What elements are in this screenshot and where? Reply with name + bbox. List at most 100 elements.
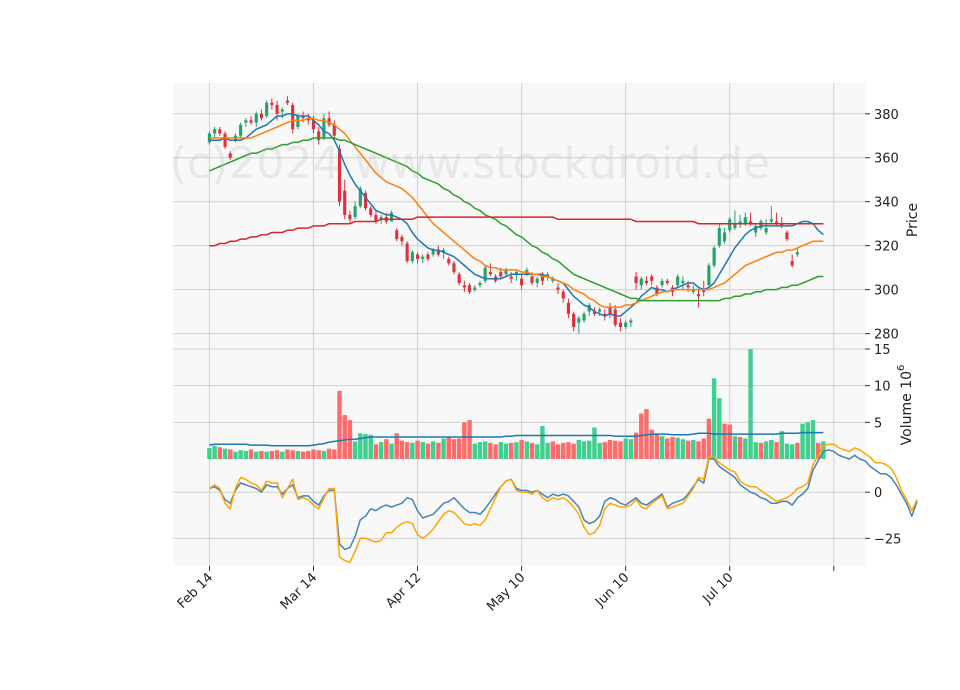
candle-body	[285, 100, 290, 103]
oscillator-tick-label: −25	[874, 532, 901, 547]
volume-bar	[316, 450, 321, 459]
candle-body	[348, 214, 352, 220]
volume-bar	[769, 439, 774, 459]
candle-body	[405, 243, 409, 262]
volume-bar	[540, 426, 545, 459]
volume-bar	[732, 436, 738, 459]
volume-bar	[675, 437, 680, 459]
candle-body	[499, 272, 503, 277]
volume-bar	[399, 440, 405, 459]
candle-body	[717, 228, 721, 246]
volume-bar	[779, 431, 784, 459]
volume-bar	[534, 444, 540, 459]
volume-bar	[311, 449, 316, 459]
volume-bar	[602, 442, 608, 459]
volume-bar	[789, 444, 795, 459]
candle-body	[696, 294, 701, 297]
candle-body	[389, 212, 394, 222]
candle-body	[249, 120, 253, 123]
volume-tick-label: 10	[874, 380, 891, 395]
candle-body	[452, 263, 456, 273]
candle-body	[676, 276, 680, 286]
candle-body	[421, 256, 425, 259]
candle-body	[218, 129, 222, 134]
volume-bar	[618, 441, 623, 459]
candle-body	[795, 252, 799, 255]
volume-bar	[524, 441, 530, 459]
volume-bar	[488, 442, 493, 459]
volume-bar	[295, 450, 301, 459]
x-tick-label: Mar 14	[278, 570, 321, 613]
volume-axis-label: Volume 106	[896, 365, 915, 446]
price-tick-label: 360	[874, 152, 899, 167]
volume-bar	[665, 438, 670, 459]
volume-bar	[207, 448, 212, 459]
x-tick-label: Apr 12	[383, 570, 424, 611]
volume-bar	[456, 438, 462, 459]
volume-bar	[717, 398, 722, 459]
candle-body	[395, 230, 399, 240]
volume-bar	[592, 427, 597, 459]
price-panel: 280 300 320 340 360 380	[173, 83, 899, 349]
candle-body	[556, 287, 560, 290]
candle-body	[275, 104, 279, 114]
candle-body	[629, 320, 633, 323]
volume-bar	[561, 442, 566, 459]
volume-bar	[737, 437, 743, 459]
candle-body	[265, 102, 269, 116]
volume-bar	[508, 442, 514, 459]
volume-bar	[628, 439, 634, 459]
volume-bar	[685, 440, 691, 459]
volume-bar	[451, 439, 457, 459]
volume-bar	[529, 442, 535, 459]
candle-body	[213, 129, 217, 134]
candle-body	[478, 283, 482, 286]
volume-bar	[545, 442, 550, 459]
volume-bar	[566, 442, 571, 459]
candle-body	[665, 280, 669, 284]
x-tick-label: Jun 10	[592, 570, 632, 610]
volume-bar	[264, 451, 269, 459]
candle-body	[660, 280, 664, 286]
x-tick-label: Feb 14	[175, 570, 217, 612]
candle-body	[254, 113, 258, 123]
oscillator-panel: −25 0	[173, 443, 918, 566]
volume-bar	[711, 378, 717, 459]
volume-bar	[306, 450, 311, 459]
volume-bar	[659, 436, 665, 459]
volume-bar	[763, 441, 769, 459]
volume-bar	[430, 441, 436, 459]
volume-bar	[748, 349, 753, 459]
volume-bar	[280, 451, 285, 459]
volume-bar	[493, 444, 498, 459]
volume-bar	[680, 439, 686, 459]
volume-bar	[389, 443, 394, 459]
volume-bar	[477, 442, 483, 459]
volume-bar	[482, 441, 488, 459]
volume-bar	[358, 433, 363, 459]
volume-bar	[743, 438, 748, 459]
volume-bar	[462, 422, 467, 459]
candle-body	[535, 278, 539, 284]
volume-bar	[654, 433, 660, 459]
volume-bar	[290, 450, 295, 459]
candle-body	[572, 313, 576, 328]
candle-body	[608, 307, 612, 314]
volume-bar	[623, 438, 628, 459]
candle-body	[488, 272, 492, 275]
volume-bar	[248, 449, 254, 459]
volume-bar	[446, 437, 451, 459]
volume-tick-label: 15	[874, 343, 891, 358]
volume-bar	[587, 440, 592, 459]
volume-bar	[607, 439, 613, 459]
volume-bar	[332, 449, 337, 459]
candle-body	[353, 206, 357, 218]
volume-bar	[274, 450, 280, 459]
stock-chart: 280 300 320 340 360 380 5 10 15 −25 0 Feb 14 Mar …	[170, 83, 921, 614]
volume-bar	[696, 441, 701, 459]
candle-body	[369, 208, 373, 215]
x-tick-label: Jul 10	[700, 570, 737, 607]
volume-bar	[233, 451, 238, 459]
volume-bar	[373, 444, 379, 459]
volume-exponent: 6	[896, 365, 907, 371]
